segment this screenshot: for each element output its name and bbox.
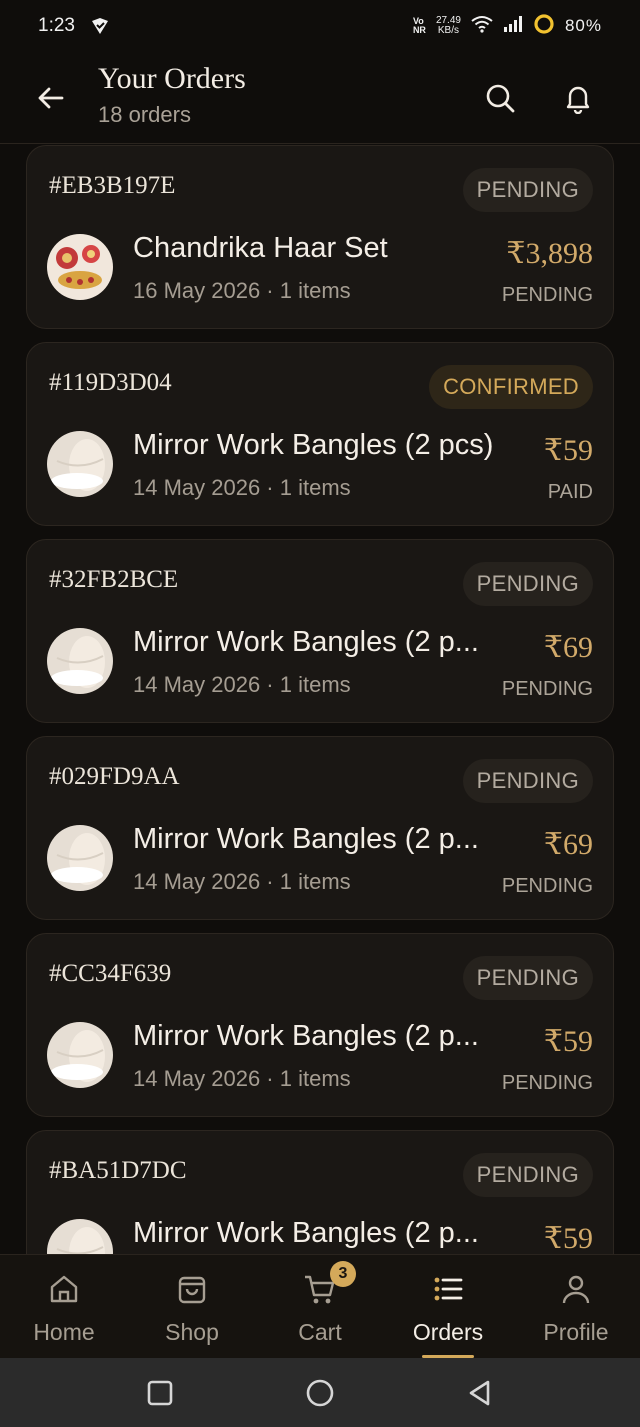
payment-status: PENDING — [501, 875, 593, 897]
nav-orders[interactable]: Orders — [384, 1255, 512, 1358]
network-type: Vo NR — [412, 16, 426, 35]
order-id: #EB3B197E — [49, 172, 176, 199]
shopping-bag-icon — [172, 1269, 212, 1309]
triangle-back-icon — [469, 1380, 490, 1405]
battery-saver-icon — [533, 13, 555, 40]
order-date-items: 16 May 2026 · 1 items — [133, 278, 351, 303]
cart-icon: 3 — [300, 1261, 356, 1309]
status-badge: PENDING — [462, 759, 593, 803]
product-thumbnail-bangles — [47, 431, 113, 497]
arrow-left-icon — [38, 87, 64, 109]
nav-label: Cart — [298, 1319, 342, 1345]
order-card[interactable]: #029FD9AA PENDING Mirror Work Bangles (2… — [26, 736, 614, 920]
product-name: Mirror Work Bangles (2 p... — [133, 1217, 479, 1249]
order-price: ₹69 — [543, 631, 593, 664]
search-icon — [486, 84, 515, 113]
orders-count: 18 orders — [98, 102, 191, 127]
vpn-shield-icon — [89, 15, 111, 37]
product-name: Chandrika Haar Set — [133, 232, 388, 264]
search-button[interactable] — [480, 78, 520, 118]
status-badge: PENDING — [462, 168, 593, 212]
network-speed: 27.49 KB/s — [435, 15, 461, 36]
product-thumbnail-bangles — [47, 628, 113, 694]
order-id: #CC34F639 — [49, 960, 172, 987]
order-price: ₹59 — [543, 1025, 593, 1058]
user-icon — [556, 1269, 596, 1309]
list-icon — [428, 1269, 468, 1309]
status-time: 1:23 — [38, 15, 75, 36]
payment-status: PENDING — [501, 678, 593, 700]
product-name: Mirror Work Bangles (2 p... — [133, 823, 479, 855]
nav-label: Home — [33, 1319, 95, 1345]
product-thumbnail-jewelry — [47, 234, 113, 300]
order-price: ₹59 — [543, 1222, 593, 1254]
order-price: ₹3,898 — [506, 237, 593, 270]
home-icon — [44, 1269, 84, 1309]
product-thumbnail-bangles — [47, 1022, 113, 1088]
payment-status: PENDING — [501, 1072, 593, 1094]
nav-profile[interactable]: Profile — [512, 1255, 640, 1358]
battery-percent: 80% — [564, 16, 602, 35]
home-system-button[interactable] — [303, 1376, 337, 1410]
status-bar: 1:23 Vo NR 27.49 KB/s 80% — [0, 0, 640, 52]
bell-icon — [566, 86, 590, 114]
product-name: Mirror Work Bangles (2 pcs) — [133, 429, 494, 461]
product-name: Mirror Work Bangles (2 p... — [133, 626, 479, 658]
order-date-items: 14 May 2026 · 1 items — [133, 1066, 351, 1091]
order-card[interactable]: #32FB2BCE PENDING Mirror Work Bangles (2… — [26, 539, 614, 723]
order-date-items: 14 May 2026 · 1 items — [133, 672, 351, 697]
order-date-items: 14 May 2026 · 1 items — [133, 475, 351, 500]
status-badge: PENDING — [462, 1153, 593, 1197]
order-card[interactable]: #EB3B197E PENDING Chandrika Haar Set 16 … — [26, 145, 614, 329]
order-card[interactable]: #BA51D7DC PENDING Mirror Work Bangles (2… — [26, 1130, 614, 1254]
notifications-button[interactable] — [558, 78, 598, 118]
order-price: ₹69 — [543, 828, 593, 861]
nav-label: Orders — [412, 1319, 484, 1345]
orders-list[interactable]: #EB3B197E PENDING Chandrika Haar Set 16 … — [0, 144, 640, 1254]
order-id: #029FD9AA — [49, 763, 180, 790]
page-title: Your Orders — [98, 62, 246, 95]
status-badge: PENDING — [462, 562, 593, 606]
product-thumbnail-bangles — [47, 825, 113, 891]
product-name: Mirror Work Bangles (2 p... — [133, 1020, 479, 1052]
cart-count-badge: 3 — [330, 1261, 356, 1287]
system-nav-bar — [0, 1358, 640, 1427]
order-date-items: 14 May 2026 · 1 items — [133, 869, 351, 894]
order-card[interactable]: #119D3D04 CONFIRMED Mirror Work Bangles … — [26, 342, 614, 526]
payment-status: PENDING — [501, 284, 593, 306]
status-badge: CONFIRMED — [429, 365, 593, 409]
order-card[interactable]: #CC34F639 PENDING Mirror Work Bangles (2… — [26, 933, 614, 1117]
recents-button[interactable] — [143, 1376, 177, 1410]
order-id: #BA51D7DC — [49, 1157, 187, 1184]
back-system-button[interactable] — [463, 1376, 497, 1410]
order-price: ₹59 — [543, 434, 593, 467]
nav-home[interactable]: Home — [0, 1255, 128, 1358]
order-id: #32FB2BCE — [49, 566, 179, 593]
app-header: Your Orders 18 orders — [0, 52, 640, 144]
nav-label: Profile — [543, 1319, 609, 1345]
signal-icon — [503, 15, 523, 37]
square-icon — [147, 1380, 173, 1405]
back-button[interactable] — [30, 78, 70, 118]
nav-label: Shop — [165, 1319, 219, 1345]
circle-icon — [306, 1379, 334, 1406]
nav-shop[interactable]: Shop — [128, 1255, 256, 1358]
status-badge: PENDING — [462, 956, 593, 1000]
product-thumbnail-bangles — [47, 1219, 113, 1254]
bottom-nav: Home Shop 3 Cart Orders Profile — [0, 1254, 640, 1358]
order-id: #119D3D04 — [49, 369, 172, 396]
payment-status: PAID — [547, 481, 593, 503]
nav-cart[interactable]: 3 Cart — [256, 1255, 384, 1358]
wifi-icon — [471, 15, 493, 38]
